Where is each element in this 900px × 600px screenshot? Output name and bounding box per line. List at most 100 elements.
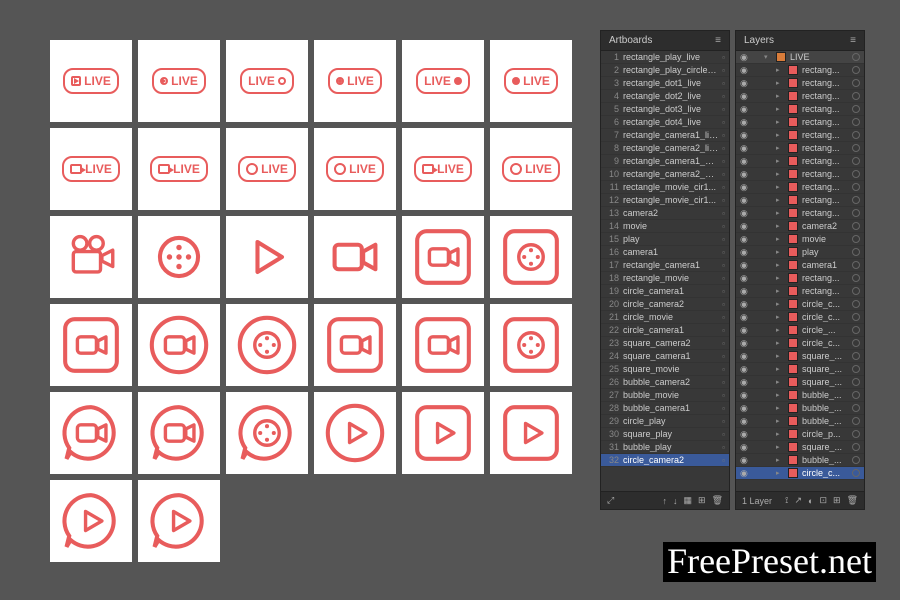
disclosure-icon[interactable]: ▸ (776, 170, 784, 178)
layer-row[interactable]: ◉▸rectang... (736, 129, 864, 142)
disclosure-icon[interactable]: ▸ (776, 248, 784, 256)
artboard-options-icon[interactable]: ▫ (722, 131, 725, 140)
disclosure-icon[interactable]: ▸ (776, 79, 784, 87)
layer-row[interactable]: ◉▸rectang... (736, 155, 864, 168)
layer-row[interactable]: ◉▸bubble_... (736, 454, 864, 467)
artboard-options-icon[interactable]: ▫ (722, 53, 725, 62)
canvas-area[interactable]: LIVELIVELIVELIVELIVELIVELIVELIVELIVELIVE… (50, 40, 572, 562)
artboard-row[interactable]: 13camera2▫ (601, 207, 729, 220)
artboard[interactable]: LIVE (314, 128, 396, 210)
visibility-icon[interactable]: ◉ (740, 195, 750, 206)
disclosure-icon[interactable]: ▸ (776, 287, 784, 295)
artboard[interactable]: LIVE (314, 40, 396, 122)
artboard-row[interactable]: 9rectangle_camera1_cir...▫ (601, 155, 729, 168)
artboard[interactable] (402, 304, 484, 386)
artboard-options-icon[interactable]: ▫ (722, 196, 725, 205)
new-sublayer-icon[interactable]: ⊡ (819, 495, 827, 506)
artboard[interactable] (50, 216, 132, 298)
disclosure-icon[interactable]: ▸ (776, 261, 784, 269)
artboard-row[interactable]: 18rectangle_movie▫ (601, 272, 729, 285)
disclosure-icon[interactable]: ▸ (776, 196, 784, 204)
artboard-row[interactable]: 4rectangle_dot2_live▫ (601, 90, 729, 103)
artboard-options-icon[interactable]: ▫ (722, 456, 725, 465)
target-icon[interactable] (852, 417, 860, 425)
visibility-icon[interactable]: ◉ (740, 234, 750, 245)
artboard-row[interactable]: 2rectangle_play_circle_l...▫ (601, 64, 729, 77)
visibility-icon[interactable]: ◉ (740, 455, 750, 466)
visibility-icon[interactable]: ◉ (740, 377, 750, 388)
visibility-icon[interactable]: ◉ (740, 429, 750, 440)
visibility-icon[interactable]: ◉ (740, 299, 750, 310)
layer-row[interactable]: ◉▸rectang... (736, 64, 864, 77)
visibility-icon[interactable]: ◉ (740, 169, 750, 180)
target-icon[interactable] (852, 248, 860, 256)
layers-panel-tab[interactable]: Layers ≡ (736, 31, 864, 51)
layer-row[interactable]: ◉▸rectang... (736, 90, 864, 103)
artboard-row[interactable]: 29circle_play▫ (601, 415, 729, 428)
visibility-icon[interactable]: ◉ (740, 312, 750, 323)
artboard-options-icon[interactable]: ▫ (722, 313, 725, 322)
target-icon[interactable] (852, 391, 860, 399)
artboard-row[interactable]: 26bubble_camera2▫ (601, 376, 729, 389)
artboard[interactable] (314, 304, 396, 386)
target-icon[interactable] (852, 157, 860, 165)
disclosure-icon[interactable]: ▸ (776, 300, 784, 308)
disclosure-icon[interactable]: ▸ (776, 222, 784, 230)
target-icon[interactable] (852, 326, 860, 334)
target-icon[interactable] (852, 456, 860, 464)
target-icon[interactable] (852, 144, 860, 152)
target-icon[interactable] (852, 300, 860, 308)
artboard[interactable]: LIVE (138, 40, 220, 122)
disclosure-icon[interactable]: ▸ (776, 105, 784, 113)
target-icon[interactable] (852, 105, 860, 113)
locate-icon[interactable]: ⟟ (785, 495, 788, 506)
artboard-options-icon[interactable]: ▫ (722, 170, 725, 179)
artboard-options-icon[interactable]: ▫ (722, 209, 725, 218)
panel-menu-icon[interactable]: ≡ (850, 35, 856, 46)
artboard-options-icon[interactable]: ▫ (722, 222, 725, 231)
layer-row[interactable]: ◉▸bubble_... (736, 389, 864, 402)
artboard-options-icon[interactable]: ▫ (722, 105, 725, 114)
layers-panel-body[interactable]: ◉▾LIVE◉▸rectang...◉▸rectang...◉▸rectang.… (736, 51, 864, 491)
disclosure-icon[interactable]: ▸ (776, 365, 784, 373)
visibility-icon[interactable]: ◉ (740, 156, 750, 167)
artboard[interactable] (490, 480, 572, 562)
artboard-row[interactable]: 1rectangle_play_live▫ (601, 51, 729, 64)
artboard[interactable]: LIVE (226, 128, 308, 210)
artboard-options-icon[interactable]: ▫ (722, 352, 725, 361)
target-icon[interactable] (852, 79, 860, 87)
artboard-options-icon[interactable]: ▫ (722, 417, 725, 426)
layer-row[interactable]: ◉▸movie (736, 233, 864, 246)
visibility-icon[interactable]: ◉ (740, 260, 750, 271)
disclosure-icon[interactable]: ▾ (764, 53, 772, 61)
visibility-icon[interactable]: ◉ (740, 338, 750, 349)
disclosure-icon[interactable]: ▸ (776, 469, 784, 477)
visibility-icon[interactable]: ◉ (740, 143, 750, 154)
visibility-icon[interactable]: ◉ (740, 403, 750, 414)
artboard[interactable] (402, 392, 484, 474)
target-icon[interactable] (852, 235, 860, 243)
artboard-options-icon[interactable]: ▫ (722, 248, 725, 257)
target-icon[interactable] (852, 222, 860, 230)
artboard-row[interactable]: 21circle_movie▫ (601, 311, 729, 324)
artboard[interactable] (138, 216, 220, 298)
layer-row[interactable]: ◉▸bubble_... (736, 402, 864, 415)
layer-row[interactable]: ◉▸rectang... (736, 272, 864, 285)
visibility-icon[interactable]: ◉ (740, 442, 750, 453)
visibility-icon[interactable]: ◉ (740, 221, 750, 232)
artboard[interactable] (314, 216, 396, 298)
artboard-options-icon[interactable]: ▫ (722, 157, 725, 166)
artboard[interactable]: LIVE (226, 40, 308, 122)
artboard[interactable] (490, 304, 572, 386)
layer-row[interactable]: ◉▸square_... (736, 441, 864, 454)
disclosure-icon[interactable]: ▸ (776, 326, 784, 334)
layer-row[interactable]: ◉▸camera2 (736, 220, 864, 233)
export-icon[interactable]: ↗ (794, 495, 802, 506)
disclosure-icon[interactable]: ▸ (776, 443, 784, 451)
disclosure-icon[interactable]: ▸ (776, 157, 784, 165)
visibility-icon[interactable]: ◉ (740, 468, 750, 479)
artboard-row[interactable]: 11rectangle_movie_cir1...▫ (601, 181, 729, 194)
layer-row[interactable]: ◉▸circle_c... (736, 467, 864, 480)
artboard-options-icon[interactable]: ▫ (722, 339, 725, 348)
artboard-options-icon[interactable]: ▫ (722, 391, 725, 400)
